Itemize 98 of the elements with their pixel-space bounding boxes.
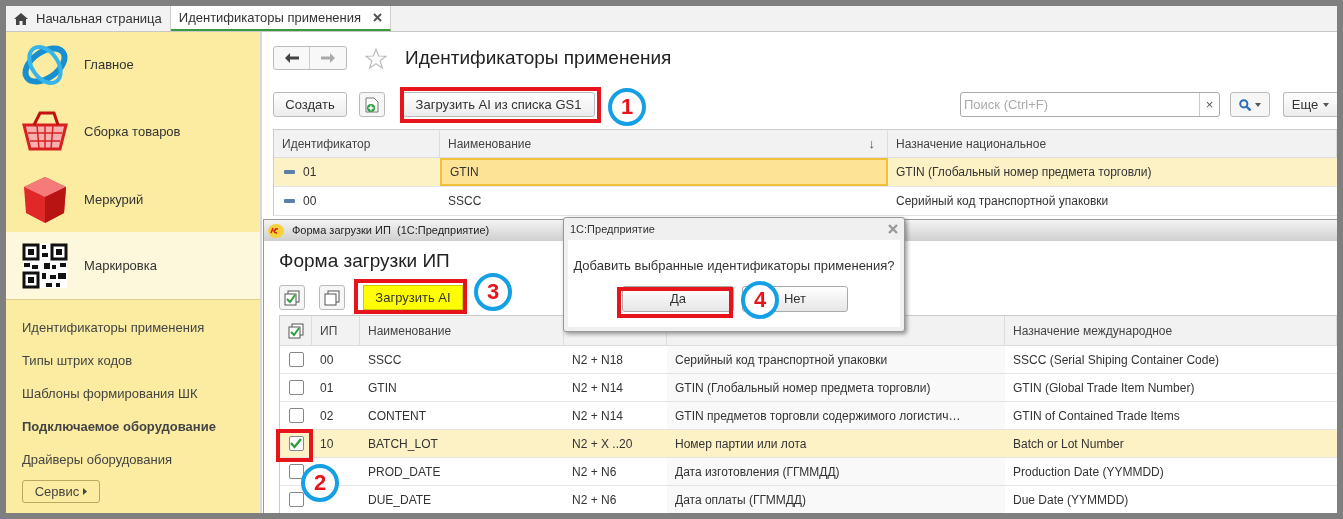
sidebar-link[interactable]: Идентификаторы применения bbox=[22, 318, 205, 337]
add-file-button[interactable] bbox=[359, 92, 385, 117]
table-cell-text: BATCH_LOT bbox=[367, 435, 439, 453]
table-cell-text: Batch or Lot Number bbox=[1012, 435, 1125, 453]
column-header[interactable]: Назначение национальное bbox=[888, 130, 1337, 157]
caret-icon bbox=[1323, 102, 1330, 107]
dialog-message: Добавить выбранные идентификаторы применения? bbox=[573, 257, 895, 275]
back-arrow-icon bbox=[284, 53, 299, 63]
load-gs1-button[interactable]: Загрузить AI из списка GS1 bbox=[402, 92, 595, 117]
checkbox[interactable] bbox=[288, 408, 304, 423]
check-all-button[interactable] bbox=[279, 285, 305, 310]
check-icon bbox=[290, 438, 302, 449]
sidebar-link[interactable]: Типы штрих кодов bbox=[22, 351, 133, 370]
table-cell-text: Серийный код транспортной упаковки bbox=[895, 193, 1110, 210]
table-cell-text: PROD_DATE bbox=[367, 463, 442, 481]
step-marker: 1 bbox=[608, 88, 646, 126]
sidebar-section[interactable]: Меркурий bbox=[6, 167, 260, 232]
service-button[interactable]: Сервис bbox=[22, 480, 100, 503]
table-cell-text: DUE_DATE bbox=[367, 491, 433, 509]
table-cell: Дата изготовления (ГГММДД) bbox=[667, 458, 1005, 485]
forward-arrow-icon bbox=[321, 53, 335, 63]
checkboxes-icon bbox=[287, 322, 304, 339]
favorite-button[interactable] bbox=[365, 47, 387, 69]
checkbox[interactable] bbox=[288, 436, 304, 451]
table-cell-text: CONTENT bbox=[367, 407, 427, 425]
sidebar-link[interactable]: Шаблоны формирования ШК bbox=[22, 384, 198, 403]
window-title: Форма загрузки ИП (1С:Предприятие) bbox=[292, 223, 490, 239]
sidebar-link[interactable]: Драйверы оборудования bbox=[22, 450, 173, 469]
checkbox[interactable] bbox=[288, 352, 304, 367]
checkbox[interactable] bbox=[288, 464, 304, 479]
table-cell-text: Due Date (YYMMDD) bbox=[1012, 491, 1130, 509]
close-button[interactable] bbox=[888, 224, 898, 234]
table-cell-text: N2 + N6 bbox=[571, 491, 618, 509]
table-cell-text: N2 + N14 bbox=[571, 407, 625, 425]
table-cell-text: SSCC bbox=[447, 193, 483, 210]
create-button[interactable]: Создать bbox=[273, 92, 347, 117]
table-cell-text: 02 bbox=[319, 407, 335, 425]
table-row[interactable]: 01 GTIN GTIN (Глобальный номер предмета торговли) bbox=[274, 158, 1337, 187]
checkbox[interactable] bbox=[288, 492, 304, 507]
sidebar-section[interactable]: Сборка товаров bbox=[6, 97, 260, 167]
uncheck-all-button[interactable] bbox=[319, 285, 345, 310]
column-header[interactable]: ИП bbox=[312, 316, 360, 345]
close-icon bbox=[888, 224, 898, 234]
column-header[interactable]: Наименование ↓ bbox=[440, 130, 888, 157]
more-button[interactable]: Еще bbox=[1283, 92, 1337, 117]
navigation-buttons[interactable] bbox=[273, 46, 347, 70]
search-button[interactable] bbox=[1230, 92, 1270, 117]
dialog-title: 1С:Предприятие bbox=[570, 221, 655, 237]
table-cell-text: Production Date (YYMMDD) bbox=[1012, 463, 1165, 481]
table-cell-text: 00 bbox=[319, 351, 335, 369]
sidebar-link[interactable]: Подключаемое оборудование bbox=[22, 417, 216, 436]
sidebar-section[interactable]: Главное bbox=[6, 32, 260, 97]
table-cell-text: 01 bbox=[303, 164, 317, 181]
table-cell: Серийный код транспортной упаковки bbox=[667, 346, 1005, 373]
close-icon bbox=[373, 13, 383, 22]
star-icon bbox=[365, 47, 387, 69]
dash-icon bbox=[284, 199, 295, 203]
table-cell: Дата оплаты (ГГММДД) bbox=[667, 486, 1005, 513]
highlight-frame bbox=[276, 429, 313, 462]
column-header[interactable]: Идентификатор bbox=[274, 130, 440, 157]
table-row[interactable]: 00 SSCC N2 + N18 Серийный код транспортной упаковки SSCC (Serial Shiping Container Code) bbox=[280, 346, 1337, 374]
table-cell: GTIN предметов торговли содержимого логистич… bbox=[667, 402, 1005, 429]
column-header[interactable]: Назначение международное bbox=[1005, 316, 1337, 345]
table-cell-text: SSCC bbox=[367, 351, 403, 369]
search-field[interactable]: Поиск (Ctrl+F) × bbox=[960, 92, 1220, 117]
table-cell-text: N2 + N18 bbox=[571, 351, 625, 369]
form-title: Форма загрузки ИП bbox=[279, 249, 450, 273]
table-row[interactable]: 01 GTIN N2 + N14 GTIN (Глобальный номер предмета торговли) GTIN (Global Trade Item Number) bbox=[280, 374, 1337, 402]
clear-button[interactable]: × bbox=[1199, 93, 1219, 116]
load-ai-button[interactable]: Загрузить AI bbox=[363, 285, 463, 310]
table-cell: GTIN bbox=[440, 158, 888, 186]
table-cell-text: N2 + N14 bbox=[571, 379, 625, 397]
tab[interactable]: Идентификаторы применения bbox=[170, 6, 392, 31]
checkbox[interactable] bbox=[288, 380, 304, 395]
table-cell-text: GTIN (Глобальный номер предмета торговли) bbox=[895, 164, 1153, 181]
table-cell-text: SSCC (Serial Shiping Container Code) bbox=[1012, 351, 1221, 369]
sidebar-section[interactable]: Маркировка bbox=[6, 232, 260, 300]
search-icon bbox=[1239, 98, 1251, 111]
page-title: Идентификаторы применения bbox=[405, 45, 672, 70]
copy-icon bbox=[324, 289, 340, 306]
table-row[interactable]: 10 BATCH_LOT N2 + X ..20 Номер партии или лота Batch or Lot Number bbox=[280, 430, 1337, 458]
caret-icon bbox=[1255, 102, 1261, 107]
table-cell-text: GTIN (Global Trade Item Number) bbox=[1012, 379, 1196, 397]
caret-icon bbox=[83, 488, 88, 495]
add-file-icon bbox=[365, 96, 379, 113]
table-cell-text: GTIN bbox=[367, 379, 398, 397]
table-cell-text: 01 bbox=[319, 379, 335, 397]
table-cell-text: N2 + N6 bbox=[571, 463, 618, 481]
app-logo-icon bbox=[268, 223, 284, 238]
table-cell-text: 10 bbox=[319, 435, 335, 453]
checkboxes-icon bbox=[284, 289, 300, 306]
home-icon bbox=[14, 12, 28, 25]
sort-arrow: ↓ bbox=[868, 134, 875, 153]
dash-icon bbox=[284, 170, 295, 174]
table-cell: GTIN (Глобальный номер предмета торговли) bbox=[667, 374, 1005, 401]
table-cell-text: N2 + X ..20 bbox=[571, 435, 634, 453]
table-cell-text: GTIN of Contained Trade Items bbox=[1012, 407, 1181, 425]
table-cell-text: 00 bbox=[303, 193, 317, 210]
